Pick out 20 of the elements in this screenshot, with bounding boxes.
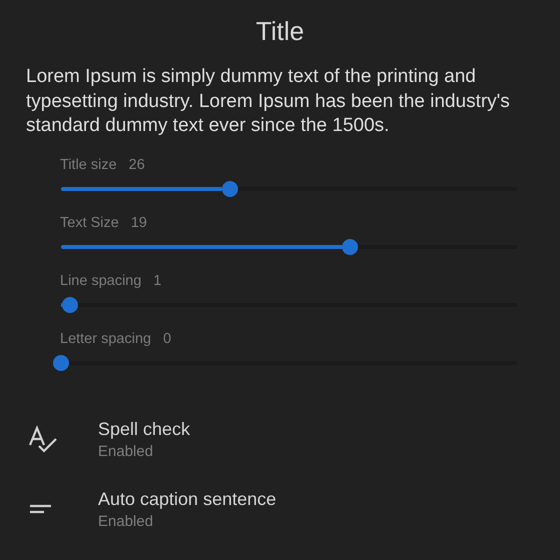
body-paragraph: Lorem Ipsum is simply dummy text of the printing and typesetting industry. Lorem Ipsum has been the industry's standard dummy text ever since the 1500s. [26, 65, 511, 138]
setting-status: Enabled [98, 512, 154, 530]
slider-label: Line spacing [60, 272, 142, 288]
slider-value: 26 [128, 156, 145, 172]
slider-thumb[interactable] [222, 180, 238, 196]
slider-value: 19 [130, 214, 147, 230]
slider-label: Letter spacing [60, 330, 152, 346]
slider-label: Text Size [60, 214, 119, 230]
slider-thumb[interactable] [53, 354, 69, 370]
spellcheck-icon [28, 425, 58, 453]
setting-title[interactable]: Spell check [98, 418, 190, 440]
short-text-icon [28, 503, 52, 515]
slider-label: Title size [60, 156, 117, 172]
slider-value: 1 [153, 272, 162, 288]
title: Title [254, 15, 306, 48]
setting-status: Enabled [98, 442, 154, 460]
slider-thumb[interactable] [342, 238, 358, 254]
setting-title[interactable]: Auto caption sentence [98, 488, 276, 510]
slider-value: 0 [163, 330, 172, 346]
slider-thumb[interactable] [62, 296, 78, 312]
